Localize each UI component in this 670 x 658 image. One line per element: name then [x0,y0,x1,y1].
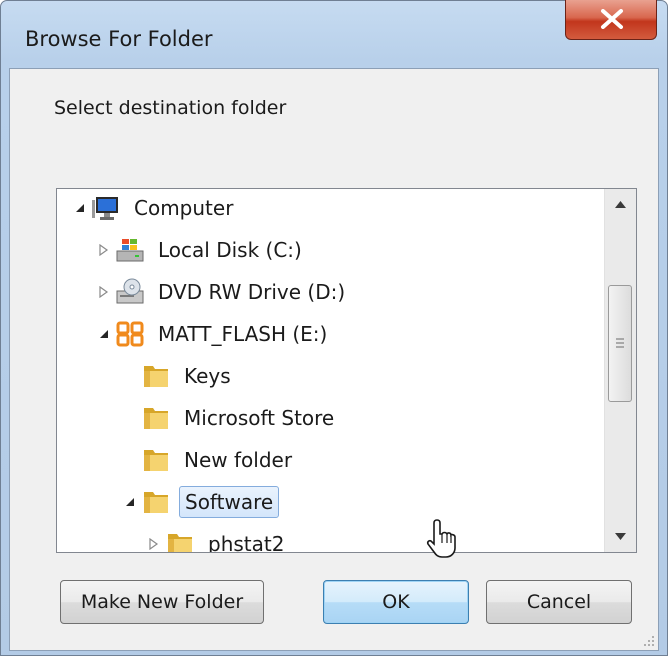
resize-grip-icon[interactable] [641,633,655,647]
collapsed-arrow-icon[interactable] [97,243,111,257]
browse-for-folder-dialog: Browse For Folder Select destination fol… [0,0,668,656]
folder-tree[interactable]: Computer Local Disk (C:) DVD RW Drive (D… [56,188,637,553]
tree-item-flash-drive[interactable]: MATT_FLASH (E:) [97,316,332,352]
folder-icon [168,534,192,552]
expanded-arrow-icon[interactable] [97,327,111,341]
flash-drive-icon [116,321,144,347]
computer-icon [92,197,118,220]
ok-button[interactable]: OK [323,580,469,624]
folder-icon [144,492,168,513]
tree-item-label: Keys [184,364,231,388]
scroll-up-button[interactable] [605,189,636,219]
collapsed-arrow-icon[interactable] [97,285,111,299]
tree-item-label: phstat2 [208,532,285,553]
make-new-folder-button[interactable]: Make New Folder [60,580,264,624]
tree-item-label: MATT_FLASH (E:) [158,322,328,346]
tree-item-label: New folder [184,448,293,472]
scroll-thumb[interactable] [608,285,632,402]
tree-item-label: Computer [134,196,234,220]
collapsed-arrow-icon[interactable] [147,537,161,551]
tree-item-folder-software[interactable]: Software [123,484,280,520]
tree-item-folder-microsoft-store[interactable]: Microsoft Store [123,400,339,436]
tree-item-folder-phstat2[interactable]: phstat2 [147,526,289,553]
expanded-arrow-icon[interactable] [73,201,87,215]
tree-item-dvd-drive[interactable]: DVD RW Drive (D:) [97,274,350,310]
tree-item-label-selected: Software [179,486,280,518]
arrow-down-icon [615,533,626,540]
window-title: Browse For Folder [25,27,213,51]
local-disk-icon [116,239,144,262]
grip-lines-icon [616,338,624,348]
close-icon [601,9,623,29]
folder-icon [144,408,168,429]
title-bar[interactable]: Browse For Folder [1,0,667,69]
tree-item-label: Microsoft Store [184,406,335,430]
scroll-down-button[interactable] [605,522,636,552]
tree-item-label: Local Disk (C:) [158,238,302,262]
dvd-drive-icon [116,278,144,304]
vertical-scrollbar[interactable] [604,189,636,552]
tree-item-folder-keys[interactable]: Keys [123,358,236,394]
tree-item-local-disk[interactable]: Local Disk (C:) [97,232,307,268]
tree-item-label: DVD RW Drive (D:) [158,280,346,304]
folder-icon [144,450,168,471]
mouse-cursor-icon [426,519,456,558]
tree-item-folder-new-folder[interactable]: New folder [123,442,297,478]
instruction-text: Select destination folder [54,97,287,119]
cancel-button[interactable]: Cancel [486,580,632,624]
dialog-body: Select destination folder Computer Local… [9,68,659,651]
arrow-up-icon [615,201,626,208]
tree-item-computer[interactable]: Computer [73,190,238,226]
folder-icon [144,366,168,387]
expanded-arrow-icon[interactable] [123,495,137,509]
close-button[interactable] [565,0,657,40]
